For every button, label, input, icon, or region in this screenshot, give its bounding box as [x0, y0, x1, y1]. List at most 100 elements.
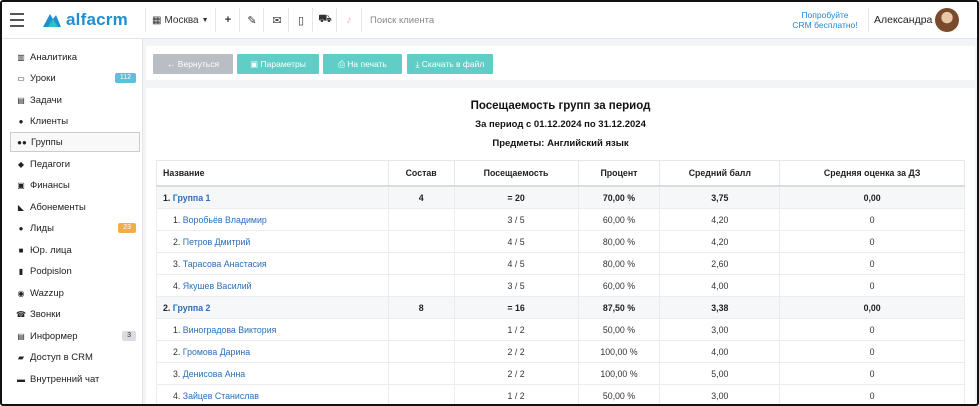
city-selector[interactable]: ▦ Москва ▼	[152, 2, 209, 38]
member-row: 1. Виноградова Виктория 1 / 2 50,00 % 3,00 0	[156, 318, 965, 341]
chat-icon: ▬	[17, 374, 25, 384]
hw-score-cell: 0	[779, 340, 965, 363]
name-cell: 1. Группа 1	[156, 185, 389, 209]
row-number: 4.	[173, 280, 181, 291]
hw-score-cell: 0,00	[779, 185, 965, 209]
hw-score-cell: 0,00	[779, 296, 965, 319]
bell-icon[interactable]: ♪	[338, 2, 360, 38]
student-link[interactable]: Денисова Анна	[183, 369, 245, 379]
sidebar-item-informer[interactable]: ▤ Информер 3	[10, 326, 138, 346]
search-input[interactable]: Поиск клиента	[370, 2, 434, 38]
avg-score-cell: 4,00	[659, 274, 781, 297]
percent-cell: 100,00 %	[577, 340, 661, 363]
print-button[interactable]: ⎙ На печать	[323, 54, 402, 74]
col-name[interactable]: Название	[156, 160, 389, 187]
sidebar-item-lessons[interactable]: ▭ Уроки 112	[10, 68, 138, 88]
col-attendance[interactable]: Посещаемость	[453, 160, 579, 187]
avatar[interactable]	[935, 8, 959, 32]
sidebar-item-wazzup[interactable]: ◉ Wazzup	[10, 283, 138, 303]
group-link[interactable]: Группа 1	[173, 193, 211, 203]
file-icon: ▮	[18, 266, 24, 276]
back-button[interactable]: ← Вернуться	[153, 54, 233, 74]
logo[interactable]: alfacrm	[42, 2, 128, 38]
logo-icon	[43, 14, 61, 27]
count-badge: 3	[122, 331, 136, 341]
student-link[interactable]: Зайцев Станислав	[183, 391, 259, 401]
avg-score-cell: 3,00	[659, 384, 781, 404]
tasks-icon: ▤	[17, 95, 25, 105]
whatsapp-icon: ◉	[17, 288, 25, 298]
promo-link[interactable]: Попробуйте CRM бесплатно!	[782, 2, 868, 46]
col-size[interactable]: Состав	[387, 160, 455, 187]
sidebar-item-leads[interactable]: ● Лиды 23	[10, 218, 138, 238]
sidebar-item-tasks[interactable]: ▤ Задачи	[10, 90, 138, 110]
name-cell: 2. Группа 2	[156, 296, 389, 319]
logo-text: alfacrm	[66, 10, 128, 29]
row-number: 1.	[173, 214, 181, 225]
sidebar-item-label: Wazzup	[30, 287, 64, 299]
percent-cell: 87,50 %	[577, 296, 661, 319]
sidebar-item-access[interactable]: ▰ Доступ в CRM	[10, 347, 138, 367]
student-link[interactable]: Виноградова Виктория	[183, 325, 277, 335]
download-button[interactable]: ⤓ Скачать в файл	[407, 54, 493, 74]
mobile-icon[interactable]: ▯	[290, 2, 312, 38]
promo-line2: CRM бесплатно!	[792, 20, 858, 30]
avg-score-cell: 3,00	[659, 318, 781, 341]
sidebar-item-legal[interactable]: ■ Юр. лица	[10, 240, 138, 260]
size-cell	[387, 362, 455, 385]
sidebar-item-chat[interactable]: ▬ Внутренний чат	[10, 369, 138, 389]
student-link[interactable]: Громова Дарина	[183, 347, 250, 357]
member-row: 3. Денисова Анна 2 / 2 100,00 % 5,00 0	[156, 362, 965, 385]
tag-icon: ◣	[17, 202, 25, 212]
menu-icon[interactable]	[10, 2, 24, 38]
sidebar-item-teachers[interactable]: ◆ Педагоги	[10, 154, 138, 174]
report-subjects: Предметы: Английский язык	[492, 138, 629, 149]
sidebar-item-label: Доступ в CRM	[30, 351, 93, 363]
col-avg-score[interactable]: Средний балл	[659, 160, 781, 187]
params-button[interactable]: ▣ Параметры	[237, 54, 319, 74]
student-link[interactable]: Воробьёв Владимир	[183, 215, 267, 225]
sidebar-item-groups[interactable]: ●● Группы	[10, 132, 140, 152]
wrench-icon[interactable]: ✎	[241, 2, 263, 38]
cart-icon[interactable]: ⛟	[314, 2, 336, 38]
member-row: 2. Громова Дарина 2 / 2 100,00 % 4,00 0	[156, 340, 965, 363]
count-badge: 23	[118, 223, 136, 233]
row-number: 1.	[173, 324, 181, 335]
attendance-cell: 3 / 5	[453, 208, 579, 231]
student-link[interactable]: Якушев Василий	[183, 281, 252, 291]
group-link[interactable]: Группа 2	[173, 303, 211, 313]
sidebar-item-subscriptions[interactable]: ◣ Абонементы	[10, 197, 138, 217]
sidebar-item-label: Педагоги	[30, 158, 71, 170]
size-cell	[387, 318, 455, 341]
user-icon: ●	[18, 116, 24, 126]
group-row: 2. Группа 2 8 = 16 87,50 % 3,38 0,00	[156, 296, 965, 319]
sidebar-item-analytics[interactable]: ▥ Аналитика	[10, 47, 138, 67]
user-name[interactable]: Александра	[874, 2, 932, 38]
hw-score-cell: 0	[779, 208, 965, 231]
table-body: 1. Группа 1 4 = 20 70,00 % 3,75 0,00 1. Воробь…	[156, 185, 965, 404]
row-number: 2.	[173, 346, 181, 357]
member-row: 1. Воробьёв Владимир 3 / 5 60,00 % 4,20 0	[156, 208, 965, 231]
money-icon: ▣	[17, 180, 25, 190]
sidebar-item-label: Юр. лица	[30, 244, 72, 256]
table-header-row: Название Состав Посещаемость Процент Сре…	[156, 160, 965, 187]
sidebar-item-finance[interactable]: ▣ Финансы	[10, 175, 138, 195]
col-hw-score[interactable]: Средняя оценка за ДЗ	[779, 160, 965, 187]
settings-icon: ▣	[250, 59, 261, 69]
add-icon[interactable]: +	[217, 2, 239, 38]
sidebar-item-calls[interactable]: ☎ Звонки	[10, 304, 138, 324]
sidebar-item-podpislon[interactable]: ▮ Podpislon	[10, 261, 138, 281]
sidebar-item-label: Podpislon	[30, 265, 72, 277]
mail-icon[interactable]: ✉	[266, 2, 288, 38]
sidebar-item-label: Группы	[31, 136, 63, 148]
size-cell	[387, 230, 455, 253]
user-plus-icon: ●	[18, 223, 24, 233]
name-cell: 1. Виноградова Виктория	[156, 318, 389, 341]
avg-score-cell: 3,75	[659, 185, 781, 209]
student-link[interactable]: Тарасова Анастасия	[183, 259, 267, 269]
sidebar-item-clients[interactable]: ● Клиенты	[10, 111, 138, 131]
hw-score-cell: 0	[779, 230, 965, 253]
student-link[interactable]: Петров Дмитрий	[183, 237, 251, 247]
calendar-icon: ▭	[17, 73, 25, 83]
col-percent[interactable]: Процент	[577, 160, 661, 187]
